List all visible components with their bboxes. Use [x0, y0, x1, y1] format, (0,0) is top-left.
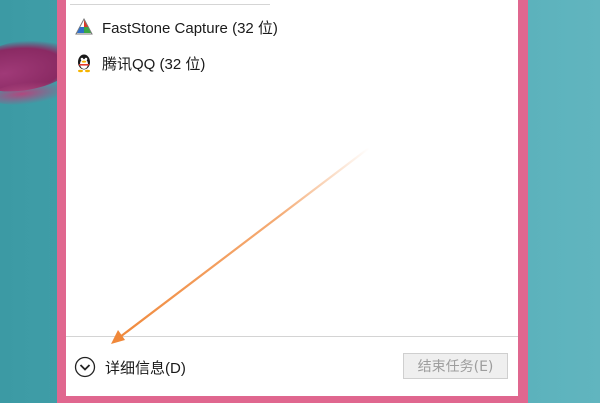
- end-task-label: 结束任务(E): [417, 359, 494, 375]
- details-label: 详细信息(D): [105, 359, 186, 377]
- app-name: 腾讯QQ (32 位): [102, 55, 206, 73]
- app-list-item-qq[interactable]: 腾讯QQ (32 位): [74, 51, 205, 75]
- qq-penguin-icon: [74, 53, 94, 73]
- faststone-capture-icon: [74, 17, 94, 37]
- clipped-app-row: [70, 0, 270, 5]
- app-list-item-faststone[interactable]: FastStone Capture (32 位): [74, 15, 278, 39]
- app-name: FastStone Capture (32 位): [102, 19, 278, 37]
- chevron-down-circle-icon: [74, 356, 96, 378]
- more-details-toggle[interactable]: 详细信息(D): [74, 355, 186, 379]
- end-task-button[interactable]: 结束任务(E): [403, 353, 508, 379]
